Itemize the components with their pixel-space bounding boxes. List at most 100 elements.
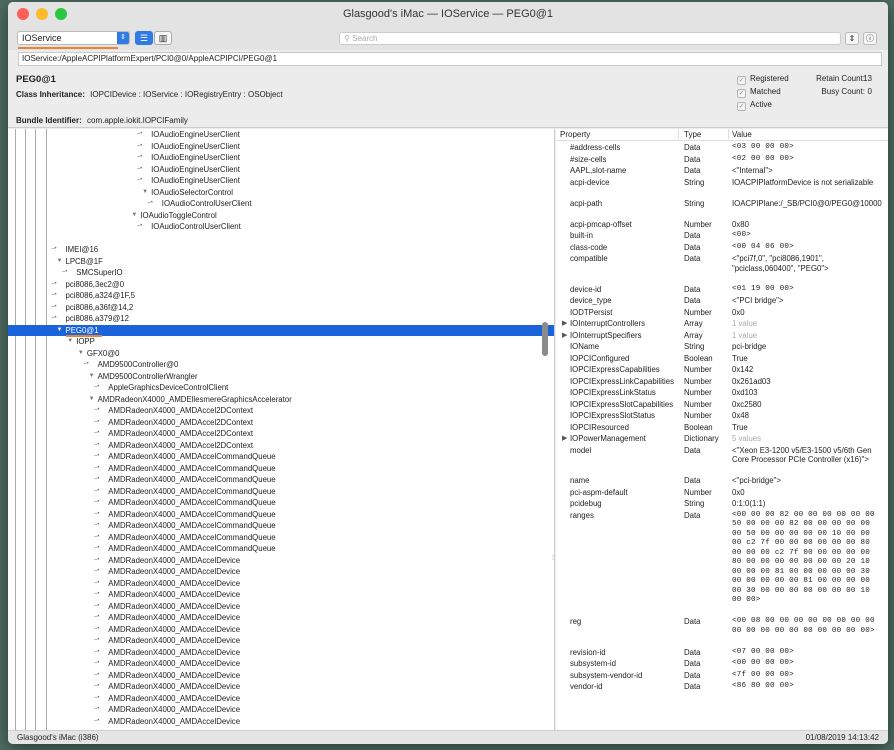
tree-row[interactable]: ⎯• AMDRadeonX4000_AMDAccelCommandQueue xyxy=(8,463,554,475)
tree-row[interactable]: ⎯• IOAudioEngineUserClient xyxy=(8,175,554,187)
property-value[interactable]: 1 value xyxy=(732,319,882,329)
disclosure-triangle-icon[interactable]: ▼ xyxy=(131,210,137,222)
tree-row[interactable]: ⎯• AMD9500Controller@0 xyxy=(8,359,554,371)
property-value[interactable]: True xyxy=(732,423,882,433)
property-row[interactable]: acpi-pmcap-offset Number 0x80 xyxy=(556,220,888,232)
property-table[interactable]: Property Type Value #address-cells Data <0… xyxy=(556,129,888,730)
property-value[interactable]: True xyxy=(732,354,882,364)
inspector-button[interactable]: ⓘ xyxy=(863,32,877,45)
property-value[interactable]: pci-bridge xyxy=(732,342,882,352)
tree-row[interactable]: ⎯• AMDRadeonX4000_AMDAccelCommandQueue xyxy=(8,520,554,532)
tree-row[interactable]: ⎯• pci8086,a36f@14,2 xyxy=(8,302,554,314)
property-row[interactable]: IOPCIConfigured Boolean True xyxy=(556,354,888,366)
tree-row[interactable]: ⎯• AMDRadeonX4000_AMDAccel2DContext xyxy=(8,428,554,440)
col-type[interactable]: Type xyxy=(684,129,701,141)
tree-row[interactable]: ⎯• AMDRadeonX4000_AMDAccelDevice xyxy=(8,566,554,578)
tree-row[interactable]: ▼ AMDRadeonX4000_AMDEllesmereGraphicsAcce… xyxy=(8,394,554,406)
zoom-button[interactable] xyxy=(55,8,67,20)
property-row[interactable]: pci-aspm-default Number 0x0 xyxy=(556,488,888,500)
property-row[interactable]: compatible Data <"pci7f,0", "pci8086,1901"… xyxy=(556,254,888,285)
tree-row[interactable]: ⎯• AMDRadeonX4000_AMDAccelDevice xyxy=(8,681,554,693)
property-row[interactable]: ▶ IOInterruptSpecifiers Array 1 value xyxy=(556,331,888,343)
tree-row[interactable]: ⎯• AMDRadeonX4000_AMDAccelDevice xyxy=(8,704,554,716)
property-value[interactable]: IOACPIPlane:/_SB/PCI0@0/PEG0@10000 xyxy=(732,199,882,209)
tree-row[interactable]: ⎯• AMDRadeonX4000_AMDAccelDevice xyxy=(8,555,554,567)
property-row[interactable]: acpi-path String IOACPIPlane:/_SB/PCI0@0/P… xyxy=(556,199,888,220)
property-row[interactable]: ▶ IOPowerManagement Dictionary 5 values xyxy=(556,434,888,446)
tree-row[interactable]: ⎯• AMDRadeonX4000_AMDAccel2DContext xyxy=(8,440,554,452)
tree-row[interactable]: ⎯• AMDRadeonX4000_AMDAccelCommandQueue xyxy=(8,509,554,521)
tree-row[interactable]: ▼ IOAudioSelectorControl xyxy=(8,187,554,199)
property-row[interactable]: subsystem-id Data <00 00 00 00> xyxy=(556,659,888,671)
tree-row[interactable]: ⎯• SMCSuperIO xyxy=(8,267,554,279)
tree-row[interactable]: ⎯• AMDRadeonX4000_AMDAccelDevice xyxy=(8,693,554,705)
tree-row[interactable]: ▼ IOPP xyxy=(8,336,554,348)
property-value[interactable]: <00 08 00 00 00 00 00 00 00 00 00 00 00 … xyxy=(732,617,882,636)
list-view-button[interactable]: ☰ xyxy=(135,31,153,45)
property-row[interactable]: revision-id Data <07 00 00 00> xyxy=(556,648,888,660)
disclosure-triangle-icon[interactable]: ▼ xyxy=(89,371,95,383)
tree-row[interactable]: ⎯• AMDRadeonX4000_AMDAccelDevice xyxy=(8,716,554,728)
property-value[interactable]: <03 00 00 00> xyxy=(732,143,882,153)
disclosure-triangle-icon[interactable]: ▼ xyxy=(142,187,148,199)
property-row[interactable]: IOPCIExpressCapabilities Number 0x142 xyxy=(556,365,888,377)
property-value[interactable]: <"Xeon E3-1200 v5/E3-1500 v5/6th Gen Cor… xyxy=(732,446,882,465)
property-value[interactable]: <02 00 00 00> xyxy=(732,155,882,165)
property-row[interactable]: IOPCIResourced Boolean True xyxy=(556,423,888,435)
property-value[interactable]: <"pci7f,0", "pci8086,1901", "pciclass,06… xyxy=(732,254,882,273)
property-row[interactable]: model Data <"Xeon E3-1200 v5/E3-1500 v5/6t… xyxy=(556,446,888,477)
search-field[interactable]: ⚲ Search xyxy=(339,32,841,45)
property-row[interactable]: IODTPersist Number 0x0 xyxy=(556,308,888,320)
property-value[interactable]: 5 values xyxy=(732,434,882,444)
tree-row[interactable]: ⎯• AMDRadeonX4000_AMDAccelCommandQueue xyxy=(8,474,554,486)
property-value[interactable]: 0x142 xyxy=(732,365,882,375)
tree-row[interactable]: ⎯• AMDRadeonX4000_AMDAccelDevice xyxy=(8,624,554,636)
property-row[interactable]: IOPCIExpressSlotStatus Number 0x48 xyxy=(556,411,888,423)
disclosure-triangle-icon[interactable]: ▶ xyxy=(562,331,567,341)
plane-selector[interactable]: IOService ⇕ xyxy=(17,31,130,45)
tree-row[interactable]: ⎯• AMDRadeonX4000_AMDAccel2DContext xyxy=(8,417,554,429)
property-row[interactable]: IOName String pci-bridge xyxy=(556,342,888,354)
property-value[interactable]: 0x80 xyxy=(732,220,882,230)
tree-row[interactable]: ⎯• AMDRadeonX4000_AMDAccelCommandQueue xyxy=(8,543,554,555)
property-row[interactable]: device_type Data <"PCI bridge"> xyxy=(556,296,888,308)
property-value[interactable]: <01 19 00 00> xyxy=(732,285,882,295)
tree-row[interactable]: ⎯• IOAudioEngineUserClient xyxy=(8,141,554,153)
minimize-button[interactable] xyxy=(36,8,48,20)
property-value[interactable]: <00 00 00 00> xyxy=(732,659,882,669)
col-value[interactable]: Value xyxy=(732,129,752,141)
property-row[interactable]: reg Data <00 08 00 00 00 00 00 00 00 00 00… xyxy=(556,617,888,648)
property-value[interactable]: IOACPIPlatformDevice is not serializable xyxy=(732,178,882,188)
disclosure-triangle-icon[interactable]: ▼ xyxy=(78,348,84,360)
property-row[interactable]: ranges Data <00 00 00 82 00 00 00 00 00 00… xyxy=(556,511,888,618)
tree-row[interactable]: ⎯• AMDRadeonX4000_AMDAccelDevice xyxy=(8,601,554,613)
property-value[interactable]: 0x0 xyxy=(732,308,882,318)
property-value[interactable]: <7f 00 00 00> xyxy=(732,671,882,681)
tree-row[interactable]: ⎯• AMDRadeonX4000_AMDAccelDevice xyxy=(8,647,554,659)
property-value[interactable]: 0xc2580 xyxy=(732,400,882,410)
tree-row[interactable]: ⎯• IOAudioEngineUserClient xyxy=(8,129,554,141)
tree-row[interactable]: ⎯• IOAudioControlUserClient xyxy=(8,198,554,210)
property-value[interactable]: 0x261ad03 xyxy=(732,377,882,387)
tree-row[interactable]: ⎯• IOAudioEngineUserClient xyxy=(8,152,554,164)
property-row[interactable]: vendor-id Data <86 80 00 00> xyxy=(556,682,888,694)
tree-row[interactable]: ⎯• AMDRadeonX4000_AMDAccelDevice xyxy=(8,658,554,670)
tree-row[interactable]: ▼ GFX0@0 xyxy=(8,348,554,360)
property-value[interactable]: <00> xyxy=(732,231,882,241)
property-row[interactable]: acpi-device String IOACPIPlatformDevice is… xyxy=(556,178,888,199)
tree-row[interactable]: ⎯• IMEI@16 xyxy=(8,244,554,256)
column-divider[interactable] xyxy=(678,129,679,139)
tree-row[interactable]: ⎯• pci8086,3ec2@0 xyxy=(8,279,554,291)
property-row[interactable]: name Data <"pci-bridge"> xyxy=(556,476,888,488)
tree-row[interactable]: ⎯• AMDRadeonX4000_AMDAccel2DContext xyxy=(8,405,554,417)
tree-row[interactable]: ⎯• AMDRadeonX4000_AMDAccelDevice xyxy=(8,670,554,682)
property-value[interactable]: 1 value xyxy=(732,331,882,341)
tree-row[interactable]: ⎯• AMDRadeonX4000_AMDAccelCommandQueue xyxy=(8,532,554,544)
property-value[interactable]: 0x48 xyxy=(732,411,882,421)
disclosure-triangle-icon[interactable]: ▼ xyxy=(89,394,95,406)
property-row[interactable]: subsystem-vendor-id Data <7f 00 00 00> xyxy=(556,671,888,683)
disclosure-triangle-icon[interactable]: ▼ xyxy=(57,256,63,268)
tree-row[interactable]: ▼ IOAudioToggleControl xyxy=(8,210,554,222)
property-row[interactable]: IOPCIExpressLinkCapabilities Number 0x261a… xyxy=(556,377,888,389)
property-row[interactable]: device-id Data <01 19 00 00> xyxy=(556,285,888,297)
